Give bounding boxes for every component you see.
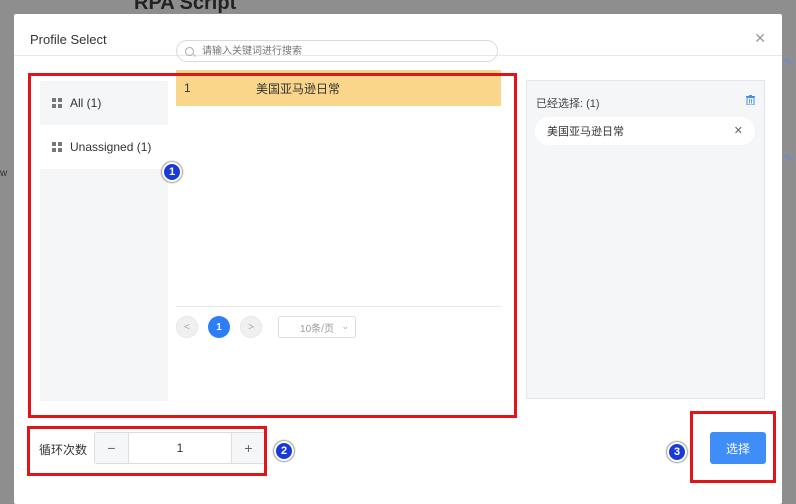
selected-panel: 已经选择: (1) 美国亚马逊日常 ✕ (526, 80, 765, 399)
profile-search-box[interactable] (176, 40, 498, 62)
selected-profile-chip: 美国亚马逊日常 ✕ (535, 117, 755, 145)
annotation-box-3 (690, 411, 776, 483)
background-page-title: RPA Script (134, 0, 237, 14)
annotation-badge-3: 3 (667, 442, 687, 462)
annotation-box-2 (27, 426, 267, 476)
edit-icon: ✎ (784, 153, 793, 164)
annotation-box-1 (28, 73, 517, 418)
search-icon (185, 46, 194, 56)
close-icon[interactable]: ✕ (754, 30, 766, 47)
background-side-text: w (0, 168, 8, 179)
selected-count-title: 已经选择: (1) (536, 98, 600, 110)
chip-label: 美国亚马逊日常 (547, 126, 624, 138)
annotation-badge-1: 1 (162, 162, 182, 182)
edit-icon: ✎ (784, 57, 793, 68)
trash-icon[interactable] (746, 95, 755, 105)
annotation-badge-2: 2 (274, 441, 294, 461)
dialog-title: Profile Select (30, 32, 107, 47)
remove-icon[interactable]: ✕ (734, 124, 743, 137)
search-input[interactable] (200, 44, 484, 58)
